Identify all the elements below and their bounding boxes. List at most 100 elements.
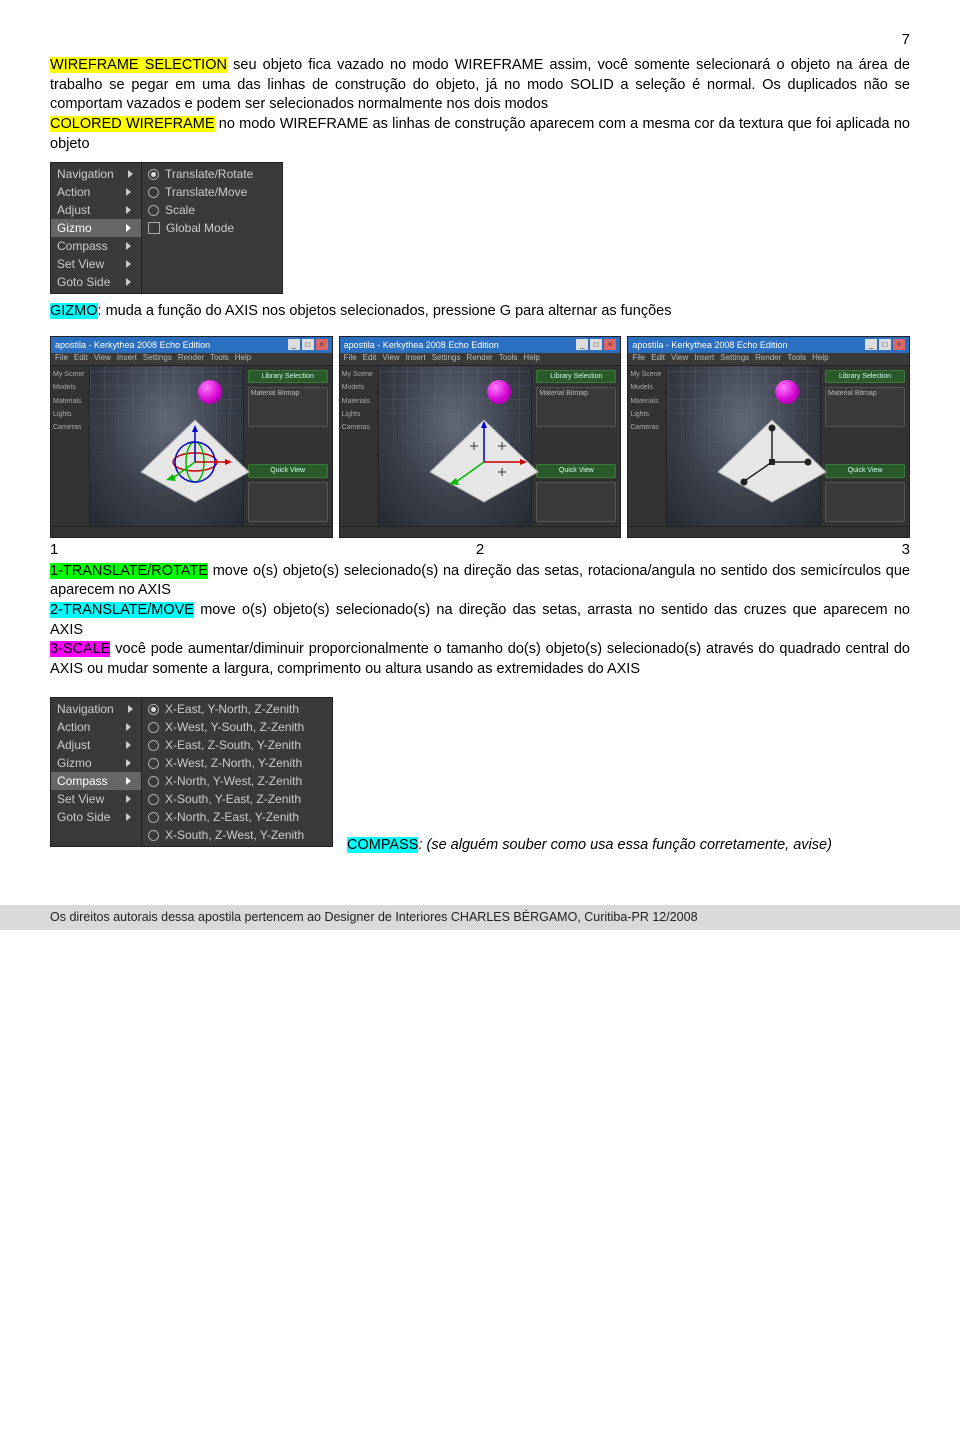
menu-render[interactable]: Render <box>466 353 492 364</box>
menu-tools[interactable]: Tools <box>787 353 806 364</box>
radio-icon <box>148 776 159 787</box>
menu-right-col: X-East, Y-North, Z-Zenith X-West, Y-Sout… <box>141 698 332 846</box>
compass-opt-2[interactable]: X-East, Z-South, Y-Zenith <box>142 736 332 754</box>
library-selection-button[interactable]: Library Selection <box>536 370 616 383</box>
library-selection-button[interactable]: Library Selection <box>248 370 328 383</box>
menu-item-gizmo[interactable]: Gizmo <box>51 219 141 237</box>
compass-opt-6[interactable]: X-North, Z-East, Y-Zenith <box>142 808 332 826</box>
scene-tree[interactable]: My SceneModelsMaterialsLightsCameras <box>628 366 667 526</box>
status-bar <box>628 526 909 538</box>
label-2: 2 <box>476 540 484 560</box>
thumb-3: apostila - Kerkythea 2008 Echo Edition _… <box>627 336 910 538</box>
compass-opt-5[interactable]: X-South, Y-East, Z-Zenith <box>142 790 332 808</box>
minimize-icon[interactable]: _ <box>576 339 588 350</box>
radio-icon <box>148 187 159 198</box>
text: : muda a função do AXIS nos objetos sele… <box>98 303 672 319</box>
label-3: 3 <box>902 540 910 560</box>
chevron-right-icon <box>128 170 133 178</box>
material-preview[interactable]: Material Bitmap <box>248 387 328 427</box>
menu-view[interactable]: View <box>671 353 688 364</box>
menu-help[interactable]: Help <box>523 353 539 364</box>
chevron-right-icon <box>126 759 131 767</box>
minimize-icon[interactable]: _ <box>288 339 300 350</box>
maximize-icon[interactable]: □ <box>879 339 891 350</box>
quick-view-panel <box>248 482 328 522</box>
material-preview[interactable]: Material Bitmap <box>536 387 616 427</box>
right-panel: Library Selection Material Bitmap Quick … <box>243 366 332 526</box>
thumb-2: apostila - Kerkythea 2008 Echo Edition _… <box>339 336 622 538</box>
hl-wireframe-selection: WIREFRAME SELECTION <box>50 57 227 73</box>
menu-item-gizmo[interactable]: Gizmo <box>51 754 141 772</box>
menu-edit[interactable]: Edit <box>363 353 377 364</box>
menu-item-gotoside[interactable]: Goto Side <box>51 808 141 826</box>
close-icon[interactable]: × <box>893 339 905 350</box>
gizmo-opt-global-mode[interactable]: Global Mode <box>142 219 282 237</box>
compass-opt-1[interactable]: X-West, Y-South, Z-Zenith <box>142 718 332 736</box>
menu-item-action[interactable]: Action <box>51 183 141 201</box>
menu-file[interactable]: File <box>632 353 645 364</box>
menu-settings[interactable]: Settings <box>432 353 461 364</box>
maximize-icon[interactable]: □ <box>590 339 602 350</box>
library-selection-button[interactable]: Library Selection <box>825 370 905 383</box>
hl-gizmo: GIZMO <box>50 303 98 319</box>
menu-insert[interactable]: Insert <box>406 353 426 364</box>
maximize-icon[interactable]: □ <box>302 339 314 350</box>
viewport[interactable] <box>90 366 243 526</box>
menu-help[interactable]: Help <box>812 353 828 364</box>
menu-item-compass[interactable]: Compass <box>51 772 141 790</box>
minimize-icon[interactable]: _ <box>865 339 877 350</box>
menu-tools[interactable]: Tools <box>499 353 518 364</box>
close-icon[interactable]: × <box>604 339 616 350</box>
menubar: File Edit View Insert Settings Render Tools Hel… <box>340 353 621 366</box>
menu-item-compass[interactable]: Compass <box>51 237 141 255</box>
title-bar: apostila - Kerkythea 2008 Echo Edition _… <box>51 337 332 353</box>
gizmo-opt-scale[interactable]: Scale <box>142 201 282 219</box>
menu-render[interactable]: Render <box>178 353 204 364</box>
chevron-right-icon <box>126 278 131 286</box>
chevron-right-icon <box>128 705 133 713</box>
menu-item-action[interactable]: Action <box>51 718 141 736</box>
menu-insert[interactable]: Insert <box>117 353 137 364</box>
viewport[interactable] <box>667 366 820 526</box>
menu-insert[interactable]: Insert <box>694 353 714 364</box>
quick-view-button[interactable]: Quick View <box>825 464 905 477</box>
menu-item-navigation[interactable]: Navigation <box>51 700 141 718</box>
scene-tree[interactable]: My SceneModelsMaterialsLightsCameras <box>340 366 379 526</box>
menu-item-navigation[interactable]: Navigation <box>51 165 141 183</box>
menu-left-col: Navigation Action Adjust Gizmo Compass S… <box>51 698 141 846</box>
menu-render[interactable]: Render <box>755 353 781 364</box>
menu-file[interactable]: File <box>344 353 357 364</box>
menu-help[interactable]: Help <box>235 353 251 364</box>
menu-view[interactable]: View <box>382 353 399 364</box>
material-preview[interactable]: Material Bitmap <box>825 387 905 427</box>
scene-tree[interactable]: My SceneModelsMaterialsLightsCameras <box>51 366 90 526</box>
compass-opt-3[interactable]: X-West, Z-North, Y-Zenith <box>142 754 332 772</box>
menu-edit[interactable]: Edit <box>74 353 88 364</box>
hl-colored-wireframe: COLORED WIREFRAME <box>50 116 215 132</box>
menu-tools[interactable]: Tools <box>210 353 229 364</box>
compass-opt-4[interactable]: X-North, Y-West, Z-Zenith <box>142 772 332 790</box>
menu-item-adjust[interactable]: Adjust <box>51 736 141 754</box>
quick-view-button[interactable]: Quick View <box>248 464 328 477</box>
menu-item-setview[interactable]: Set View <box>51 255 141 273</box>
menu-settings[interactable]: Settings <box>143 353 172 364</box>
viewport[interactable] <box>379 366 532 526</box>
gizmo-opt-translate-move[interactable]: Translate/Move <box>142 183 282 201</box>
compass-opt-0[interactable]: X-East, Y-North, Z-Zenith <box>142 700 332 718</box>
compass-opt-7[interactable]: X-South, Z-West, Y-Zenith <box>142 826 332 844</box>
menu-view[interactable]: View <box>94 353 111 364</box>
menu-item-adjust[interactable]: Adjust <box>51 201 141 219</box>
menu-settings[interactable]: Settings <box>720 353 749 364</box>
sphere-object <box>198 380 222 404</box>
menubar: File Edit View Insert Settings Render Tools Hel… <box>628 353 909 366</box>
menu-edit[interactable]: Edit <box>651 353 665 364</box>
menu-item-setview[interactable]: Set View <box>51 790 141 808</box>
gizmo-opt-translate-rotate[interactable]: Translate/Rotate <box>142 165 282 183</box>
menu-file[interactable]: File <box>55 353 68 364</box>
menu-item-gotoside[interactable]: Goto Side <box>51 273 141 291</box>
quick-view-button[interactable]: Quick View <box>536 464 616 477</box>
chevron-right-icon <box>126 206 131 214</box>
radio-icon <box>148 205 159 216</box>
paragraph-gizmo-opts: 1-TRANSLATE/ROTATE move o(s) objeto(s) s… <box>50 562 910 679</box>
close-icon[interactable]: × <box>316 339 328 350</box>
